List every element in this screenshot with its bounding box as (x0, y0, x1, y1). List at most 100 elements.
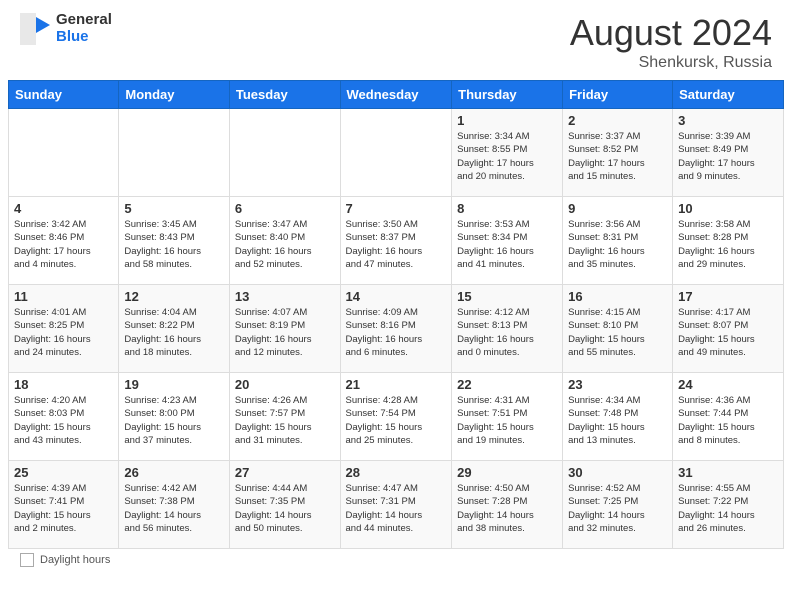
calendar-cell: 9 Sunrise: 3:56 AM Sunset: 8:31 PM Daylig… (563, 197, 673, 285)
calendar-week-row: 1 Sunrise: 3:34 AM Sunset: 8:55 PM Daylig… (9, 109, 784, 197)
day-info: Sunrise: 4:42 AM Sunset: 7:38 PM Dayligh… (124, 482, 224, 535)
logo: General Blue (20, 12, 112, 45)
day-number: 20 (235, 377, 335, 392)
calendar-container: SundayMondayTuesdayWednesdayThursdayFrid… (0, 80, 792, 549)
day-info: Sunrise: 4:52 AM Sunset: 7:25 PM Dayligh… (568, 482, 667, 535)
day-number: 15 (457, 289, 557, 304)
day-number: 27 (235, 465, 335, 480)
calendar-cell (9, 109, 119, 197)
header-area: General Blue August 2024 Shenkursk, Russ… (0, 0, 792, 80)
day-number: 25 (14, 465, 113, 480)
day-info: Sunrise: 4:31 AM Sunset: 7:51 PM Dayligh… (457, 394, 557, 447)
calendar-cell: 16Sunrise: 4:15 AM Sunset: 8:10 PM Dayli… (563, 285, 673, 373)
day-info: Sunrise: 3:50 AM Sunset: 8:37 PM Dayligh… (346, 218, 447, 271)
month-year: August 2024 (570, 12, 772, 54)
day-info: Sunrise: 4:01 AM Sunset: 8:25 PM Dayligh… (14, 306, 113, 359)
day-number: 31 (678, 465, 778, 480)
footer-label: Daylight hours (40, 554, 110, 566)
calendar-cell: 11 Sunrise: 4:01 AM Sunset: 8:25 PM Dayli… (9, 285, 119, 373)
day-number: 29 (457, 465, 557, 480)
calendar-cell: 22Sunrise: 4:31 AM Sunset: 7:51 PM Dayli… (452, 373, 563, 461)
day-number: 30 (568, 465, 667, 480)
title-area: August 2024 Shenkursk, Russia (570, 12, 772, 72)
weekday-header-saturday: Saturday (673, 81, 784, 109)
calendar-cell: 29 Sunrise: 4:50 AM Sunset: 7:28 PM Dayli… (452, 461, 563, 549)
calendar-cell: 17 Sunrise: 4:17 AM Sunset: 8:07 PM Dayli… (673, 285, 784, 373)
day-info: Sunrise: 4:39 AM Sunset: 7:41 PM Dayligh… (14, 482, 113, 535)
day-info: Sunrise: 4:07 AM Sunset: 8:19 PM Dayligh… (235, 306, 335, 359)
day-number: 11 (14, 289, 113, 304)
day-info: Sunrise: 4:09 AM Sunset: 8:16 PM Dayligh… (346, 306, 447, 359)
weekday-header-friday: Friday (563, 81, 673, 109)
calendar-cell: 25 Sunrise: 4:39 AM Sunset: 7:41 PM Dayli… (9, 461, 119, 549)
day-info: Sunrise: 4:17 AM Sunset: 8:07 PM Dayligh… (678, 306, 778, 359)
day-info: Sunrise: 3:56 AM Sunset: 8:31 PM Dayligh… (568, 218, 667, 271)
day-info: Sunrise: 4:04 AM Sunset: 8:22 PM Dayligh… (124, 306, 224, 359)
day-number: 1 (457, 113, 557, 128)
day-number: 28 (346, 465, 447, 480)
calendar-week-row: 4Sunrise: 3:42 AM Sunset: 8:46 PM Daylig… (9, 197, 784, 285)
calendar-cell: 19 Sunrise: 4:23 AM Sunset: 8:00 PM Dayli… (119, 373, 230, 461)
calendar-cell: 8 Sunrise: 3:53 AM Sunset: 8:34 PM Daylig… (452, 197, 563, 285)
day-info: Sunrise: 3:39 AM Sunset: 8:49 PM Dayligh… (678, 130, 778, 183)
day-info: Sunrise: 3:34 AM Sunset: 8:55 PM Dayligh… (457, 130, 557, 183)
calendar-cell: 28 Sunrise: 4:47 AM Sunset: 7:31 PM Dayli… (340, 461, 452, 549)
day-number: 19 (124, 377, 224, 392)
day-number: 5 (124, 201, 224, 216)
day-number: 6 (235, 201, 335, 216)
day-info: Sunrise: 4:55 AM Sunset: 7:22 PM Dayligh… (678, 482, 778, 535)
location: Shenkursk, Russia (570, 54, 772, 72)
footer: Daylight hours (0, 549, 792, 571)
day-number: 8 (457, 201, 557, 216)
day-number: 24 (678, 377, 778, 392)
day-number: 23 (568, 377, 667, 392)
day-info: Sunrise: 3:37 AM Sunset: 8:52 PM Dayligh… (568, 130, 667, 183)
footer-legend-box (20, 553, 34, 567)
day-info: Sunrise: 4:12 AM Sunset: 8:13 PM Dayligh… (457, 306, 557, 359)
day-number: 17 (678, 289, 778, 304)
calendar-cell: 12Sunrise: 4:04 AM Sunset: 8:22 PM Dayli… (119, 285, 230, 373)
day-number: 9 (568, 201, 667, 216)
calendar-cell (229, 109, 340, 197)
day-number: 3 (678, 113, 778, 128)
calendar-week-row: 25 Sunrise: 4:39 AM Sunset: 7:41 PM Dayli… (9, 461, 784, 549)
calendar-cell (340, 109, 452, 197)
calendar-cell: 4Sunrise: 3:42 AM Sunset: 8:46 PM Daylig… (9, 197, 119, 285)
calendar-cell: 23Sunrise: 4:34 AM Sunset: 7:48 PM Dayli… (563, 373, 673, 461)
calendar-table: SundayMondayTuesdayWednesdayThursdayFrid… (8, 80, 784, 549)
calendar-cell: 14 Sunrise: 4:09 AM Sunset: 8:16 PM Dayli… (340, 285, 452, 373)
logo-flag-icon (20, 13, 52, 45)
day-info: Sunrise: 4:50 AM Sunset: 7:28 PM Dayligh… (457, 482, 557, 535)
calendar-cell: 20 Sunrise: 4:26 AM Sunset: 7:57 PM Dayli… (229, 373, 340, 461)
calendar-cell: 10Sunrise: 3:58 AM Sunset: 8:28 PM Dayli… (673, 197, 784, 285)
day-number: 16 (568, 289, 667, 304)
calendar-cell: 24Sunrise: 4:36 AM Sunset: 7:44 PM Dayli… (673, 373, 784, 461)
calendar-cell: 3 Sunrise: 3:39 AM Sunset: 8:49 PM Daylig… (673, 109, 784, 197)
weekday-header-wednesday: Wednesday (340, 81, 452, 109)
calendar-cell: 13 Sunrise: 4:07 AM Sunset: 8:19 PM Dayli… (229, 285, 340, 373)
calendar-week-row: 11 Sunrise: 4:01 AM Sunset: 8:25 PM Dayli… (9, 285, 784, 373)
day-number: 13 (235, 289, 335, 304)
calendar-cell: 7 Sunrise: 3:50 AM Sunset: 8:37 PM Daylig… (340, 197, 452, 285)
weekday-header-thursday: Thursday (452, 81, 563, 109)
day-info: Sunrise: 4:20 AM Sunset: 8:03 PM Dayligh… (14, 394, 113, 447)
day-number: 4 (14, 201, 113, 216)
calendar-cell: 31 Sunrise: 4:55 AM Sunset: 7:22 PM Dayli… (673, 461, 784, 549)
day-number: 7 (346, 201, 447, 216)
day-info: Sunrise: 4:26 AM Sunset: 7:57 PM Dayligh… (235, 394, 335, 447)
day-info: Sunrise: 4:47 AM Sunset: 7:31 PM Dayligh… (346, 482, 447, 535)
day-info: Sunrise: 3:53 AM Sunset: 8:34 PM Dayligh… (457, 218, 557, 271)
day-info: Sunrise: 3:45 AM Sunset: 8:43 PM Dayligh… (124, 218, 224, 271)
day-info: Sunrise: 4:23 AM Sunset: 8:00 PM Dayligh… (124, 394, 224, 447)
day-number: 21 (346, 377, 447, 392)
day-number: 2 (568, 113, 667, 128)
day-number: 18 (14, 377, 113, 392)
calendar-cell: 18 Sunrise: 4:20 AM Sunset: 8:03 PM Dayli… (9, 373, 119, 461)
calendar-cell: 5 Sunrise: 3:45 AM Sunset: 8:43 PM Daylig… (119, 197, 230, 285)
calendar-cell (119, 109, 230, 197)
calendar-cell: 27Sunrise: 4:44 AM Sunset: 7:35 PM Dayli… (229, 461, 340, 549)
calendar-week-row: 18 Sunrise: 4:20 AM Sunset: 8:03 PM Dayli… (9, 373, 784, 461)
calendar-cell: 1 Sunrise: 3:34 AM Sunset: 8:55 PM Daylig… (452, 109, 563, 197)
day-number: 14 (346, 289, 447, 304)
weekday-header-row: SundayMondayTuesdayWednesdayThursdayFrid… (9, 81, 784, 109)
